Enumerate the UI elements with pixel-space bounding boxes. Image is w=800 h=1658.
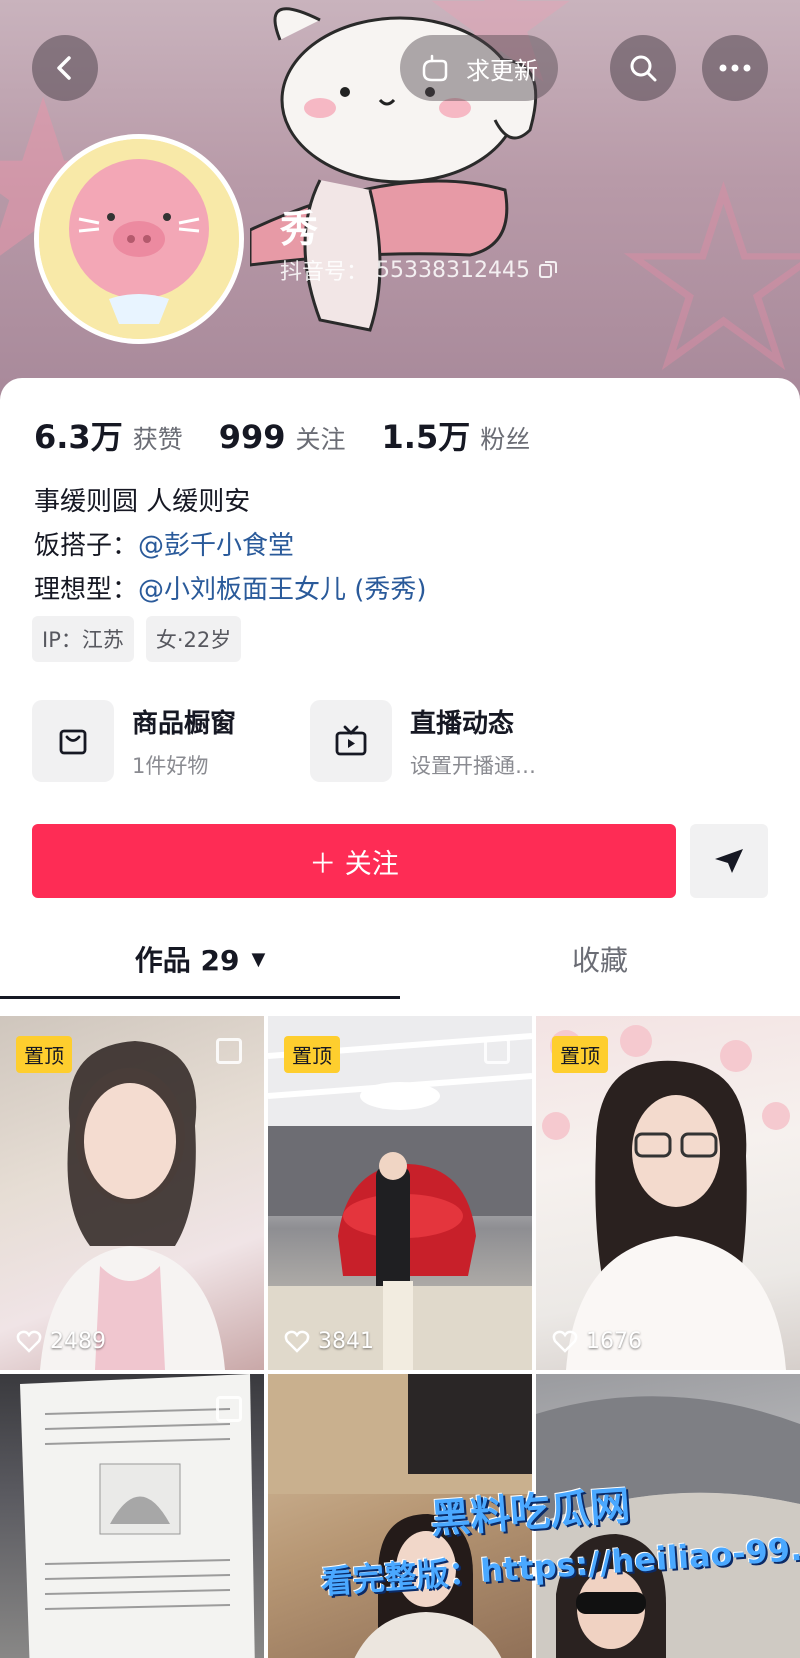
avatar[interactable] xyxy=(34,134,244,344)
video-thumbnail[interactable]: 置顶 3841 xyxy=(268,1016,532,1370)
like-count-value: 1676 xyxy=(586,1329,642,1354)
bag-icon xyxy=(32,700,114,782)
bio-line: 事缓则圆 人缓则安 xyxy=(34,487,251,517)
caret-down-icon: ▼ xyxy=(251,948,266,970)
video-thumbnail[interactable]: 置顶 1676 xyxy=(536,1016,800,1370)
stat-label: 获赞 xyxy=(132,425,183,454)
stat-number: 1.5万 xyxy=(381,418,471,456)
profile-name: 秀 xyxy=(280,207,319,251)
profile-tags: IP：江苏 女·22岁 xyxy=(32,616,242,662)
uid-value: 55338312445 xyxy=(376,257,530,283)
like-count-value: 3841 xyxy=(318,1329,374,1354)
video-thumbnail[interactable]: 置顶 2489 xyxy=(0,1016,264,1370)
mention-link[interactable]: @彭千小食堂 xyxy=(138,531,294,561)
multi-image-icon xyxy=(484,1038,510,1064)
stat-label: 粉丝 xyxy=(480,425,531,454)
share-button[interactable] xyxy=(690,824,768,898)
heart-outline-icon xyxy=(16,1330,42,1353)
ip-location-tag: IP：江苏 xyxy=(32,616,134,662)
gender-age-tag: 女·22岁 xyxy=(145,616,242,662)
bio-prefix: 饭搭子： xyxy=(34,531,139,561)
multi-image-icon xyxy=(216,1396,242,1422)
shop-window-entry[interactable]: 商品橱窗 1件好物 xyxy=(32,700,236,782)
pinned-badge: 置顶 xyxy=(16,1036,72,1073)
feature-subtitle: 1件好物 xyxy=(132,753,209,778)
heart-outline-icon xyxy=(284,1330,310,1353)
feature-title: 商品橱窗 xyxy=(132,708,237,739)
send-icon xyxy=(715,849,743,873)
stat-followers[interactable]: 1.5万 粉丝 xyxy=(382,412,531,458)
copy-icon[interactable] xyxy=(538,260,558,280)
profile-uid: 抖音号： 55338312445 xyxy=(280,254,558,286)
stat-number: 999 xyxy=(218,418,286,456)
tv-icon xyxy=(310,700,392,782)
pinned-badge: 置顶 xyxy=(284,1036,340,1073)
follow-button[interactable]: ＋ 关注 xyxy=(32,824,676,898)
chevron-left-icon xyxy=(57,56,71,80)
search-icon xyxy=(630,55,657,82)
feature-subtitle: 设置开播通… xyxy=(410,753,536,778)
mention-link[interactable]: @小刘板面王女儿 (秀秀) xyxy=(138,575,427,605)
like-count: 1676 xyxy=(552,1329,642,1354)
stat-following[interactable]: 999 关注 xyxy=(219,418,346,456)
back-button[interactable] xyxy=(32,35,98,101)
bio-line: 饭搭子：@彭千小食堂 xyxy=(34,524,427,568)
like-count: 2489 xyxy=(16,1329,106,1354)
video-thumbnail[interactable] xyxy=(0,1374,264,1658)
more-button[interactable] xyxy=(702,35,768,101)
uid-label: 抖音号： xyxy=(280,260,369,285)
profile-banner: ★ ☆ ★ 求更新 xyxy=(0,0,800,400)
stat-label: 关注 xyxy=(295,425,346,454)
bio: 事缓则圆 人缓则安 饭搭子：@彭千小食堂 理想型：@小刘板面王女儿 (秀秀) xyxy=(34,480,427,612)
request-update-button[interactable]: 求更新 xyxy=(400,35,558,101)
search-button[interactable] xyxy=(610,35,676,101)
like-count-value: 2489 xyxy=(50,1329,106,1354)
heart-outline-icon xyxy=(552,1330,578,1353)
star-decoration: ☆ xyxy=(606,129,800,400)
bio-line: 理想型：@小刘板面王女儿 (秀秀) xyxy=(34,568,427,612)
request-update-label: 求更新 xyxy=(466,56,538,85)
hand-wave-icon xyxy=(422,54,448,82)
tab-favorites[interactable]: 收藏 xyxy=(400,918,800,1000)
bio-prefix: 理想型： xyxy=(34,575,139,605)
stats-row: 6.3万 获赞 999 关注 1.5万 粉丝 xyxy=(34,412,566,458)
more-dots-icon xyxy=(719,64,751,72)
stat-number: 6.3万 xyxy=(34,418,123,456)
tab-label: 收藏 xyxy=(571,944,628,977)
like-count: 3841 xyxy=(284,1329,374,1354)
tab-works[interactable]: 作品 29 ▼ xyxy=(0,918,400,1000)
tab-indicator xyxy=(0,996,400,999)
tab-label: 作品 29 xyxy=(134,944,240,977)
stat-likes[interactable]: 6.3万 获赞 xyxy=(34,412,183,458)
content-tabs: 作品 29 ▼ 收藏 xyxy=(0,918,800,1000)
multi-image-icon xyxy=(216,1038,242,1064)
pinned-badge: 置顶 xyxy=(552,1036,608,1073)
pig-avatar-illustration xyxy=(39,139,239,339)
live-updates-entry[interactable]: 直播动态 设置开播通… xyxy=(310,700,536,782)
feature-title: 直播动态 xyxy=(410,708,515,739)
